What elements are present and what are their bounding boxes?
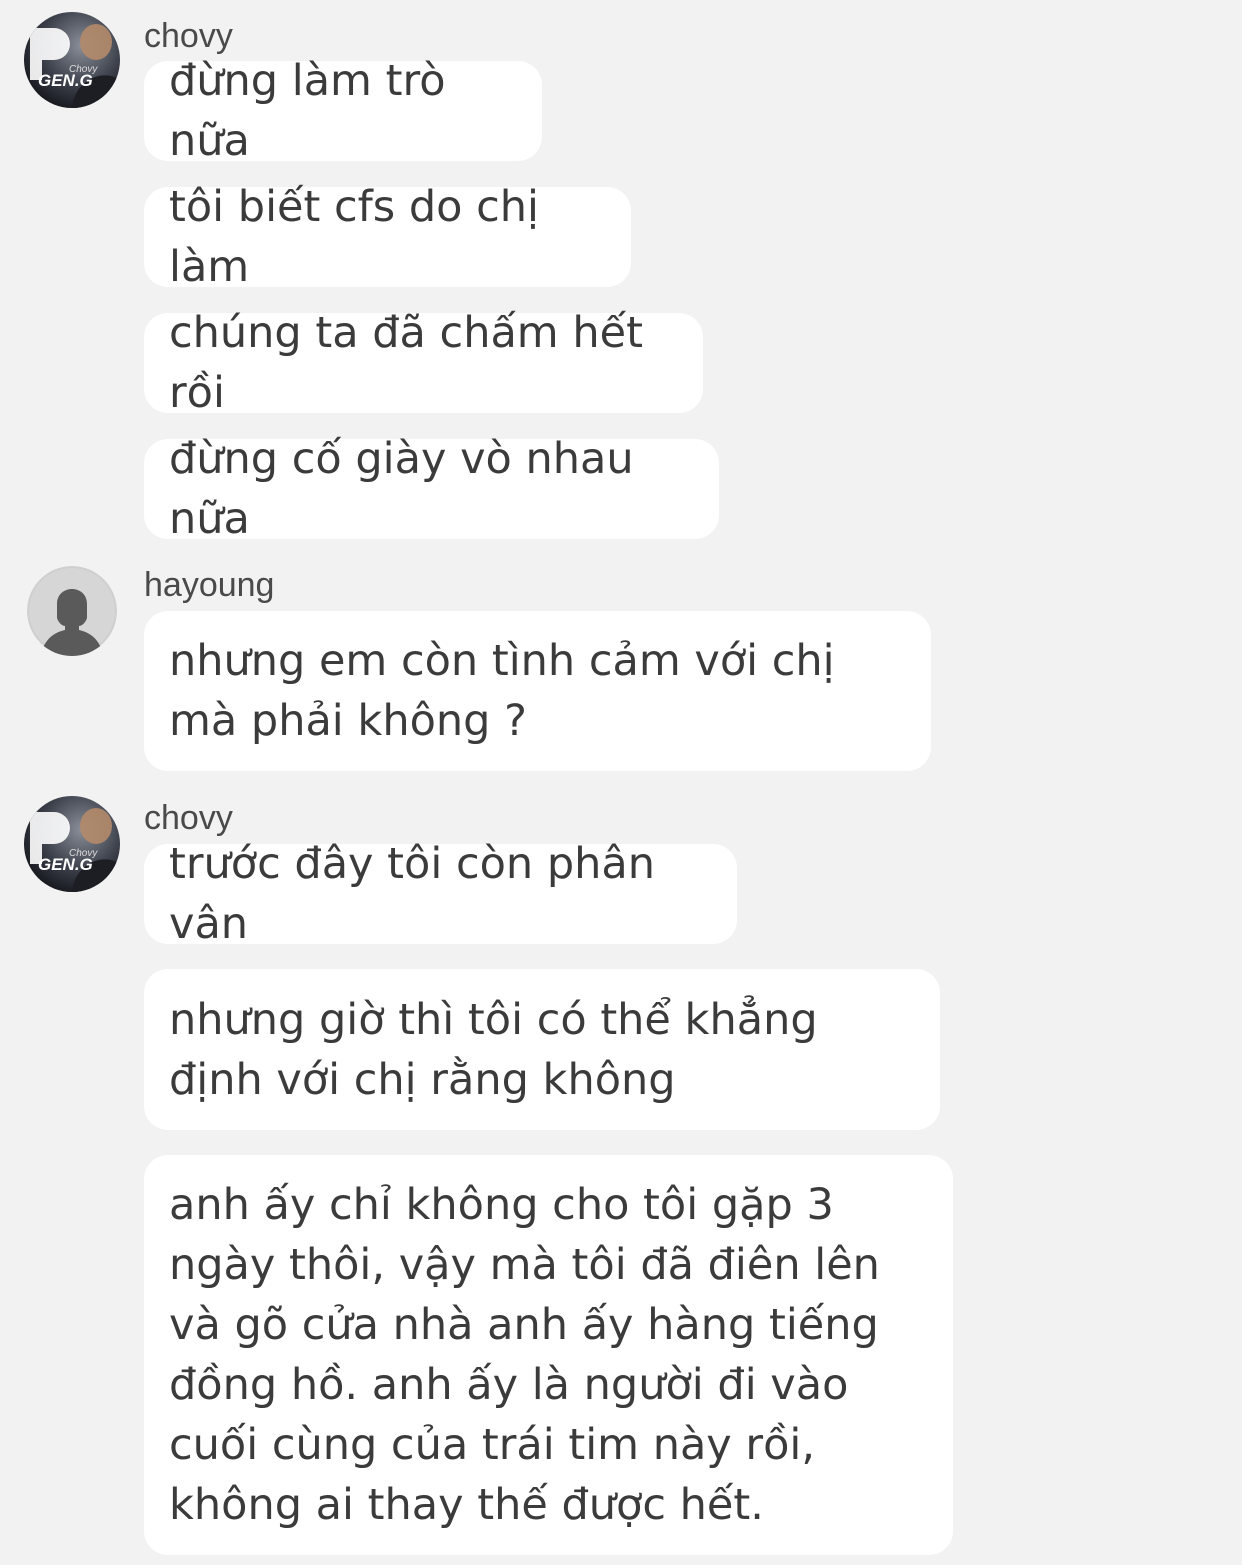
message-bubble[interactable]: trước đây tôi còn phân vân	[144, 839, 737, 949]
avatar-logo-text: GEN.G	[38, 855, 93, 874]
message-text: đừng làm trò nữa	[169, 56, 446, 166]
sender-name: chovy	[144, 17, 233, 55]
sender-name: hayoung	[144, 566, 275, 604]
message-bubble[interactable]: chúng ta đã chấm hết rồi	[144, 308, 703, 418]
default-person-avatar-icon[interactable]	[27, 566, 117, 656]
message-bubble[interactable]: nhưng giờ thì tôi có thể khẳng định với …	[144, 969, 940, 1130]
message-text: chúng ta đã chấm hết rồi	[169, 308, 643, 418]
chovy-geng-avatar-icon[interactable]: Chovy GEN.G	[24, 796, 120, 892]
chovy-geng-avatar-icon[interactable]: Chovy GEN.G	[24, 12, 120, 108]
message-bubble[interactable]: đừng làm trò nữa	[144, 56, 542, 166]
message-bubble[interactable]: tôi biết cfs do chị làm	[144, 182, 631, 292]
message-text: đừng cố giày vò nhau nữa	[169, 434, 634, 544]
sender-name: chovy	[144, 799, 233, 837]
message-bubble[interactable]: anh ấy chỉ không cho tôi gặp 3 ngày thôi…	[144, 1155, 953, 1555]
message-bubble[interactable]: nhưng em còn tình cảm với chị mà phải kh…	[144, 611, 931, 771]
message-text: tôi biết cfs do chị làm	[169, 182, 539, 292]
message-text: anh ấy chỉ không cho tôi gặp 3 ngày thôi…	[169, 1180, 880, 1530]
message-text: nhưng giờ thì tôi có thể khẳng định với …	[169, 994, 818, 1105]
message-bubble[interactable]: đừng cố giày vò nhau nữa	[144, 434, 719, 544]
message-text: nhưng em còn tình cảm với chị mà phải kh…	[169, 636, 835, 746]
message-text: trước đây tôi còn phân vân	[169, 839, 655, 949]
avatar-logo-text: GEN.G	[38, 71, 93, 90]
